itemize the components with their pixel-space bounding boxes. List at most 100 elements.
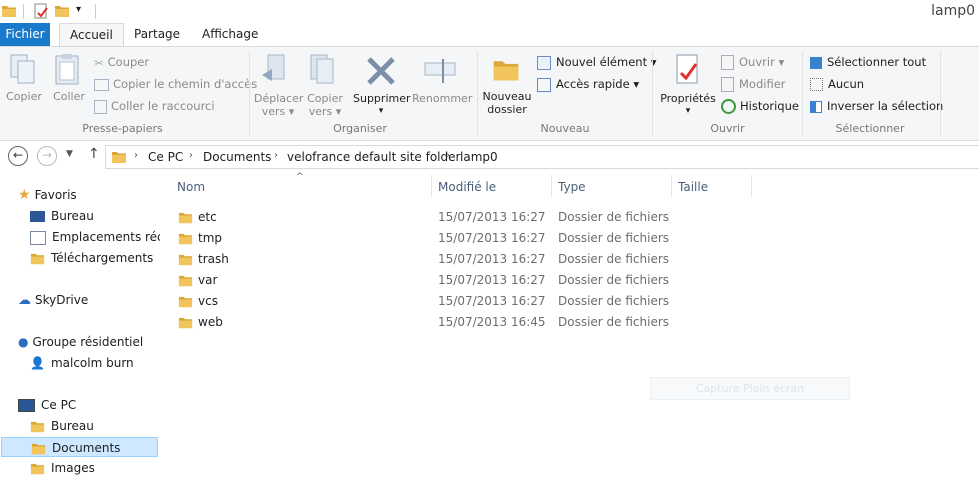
group-label-clipboard: Presse-papiers — [82, 122, 163, 135]
folder-icon — [178, 273, 193, 288]
breadcrumb-lamp0[interactable]: lamp0 — [460, 150, 498, 164]
copy-icon — [10, 54, 35, 84]
new-folder-button[interactable]: Nouveau dossier — [482, 53, 532, 116]
tab-home[interactable]: Accueil — [59, 23, 124, 47]
file-modified: 15/07/2013 16:27 — [438, 294, 546, 308]
navigation-pane: ★Favoris Bureau Emplacements récents Tél… — [0, 173, 160, 475]
select-all-icon — [810, 56, 822, 69]
history-button[interactable]: Historique — [721, 99, 799, 114]
breadcrumb-chevron-icon[interactable]: › — [274, 150, 278, 161]
select-none-button[interactable]: Aucun — [810, 77, 864, 91]
open-label: Ouvrir — [739, 55, 775, 69]
new-folder-quick-icon[interactable] — [54, 3, 70, 19]
copy-path-button[interactable]: Copier le chemin d'accès — [94, 77, 257, 91]
ribbon: Copier Coller ✂ Couper Copier le chemin d… — [0, 46, 979, 141]
column-header-size[interactable]: Taille — [678, 180, 708, 194]
back-icon[interactable]: ← — [8, 146, 28, 166]
cut-button[interactable]: ✂ Couper — [94, 55, 149, 70]
nav-homegroup[interactable]: ● Groupe résidentiel — [18, 332, 178, 352]
table-row[interactable]: vcs 15/07/2013 16:27 Dossier de fichiers — [160, 291, 979, 312]
history-label: Historique — [740, 99, 799, 113]
group-label-select: Sélectionner — [835, 122, 905, 135]
nav-homegroup-user-label: malcolm burn — [50, 356, 134, 370]
invert-selection-label: Inverser la sélection — [827, 99, 944, 113]
new-folder-label: Nouveau dossier — [482, 90, 532, 116]
copy-button[interactable]: Copier — [6, 53, 44, 103]
column-header-modified[interactable]: Modifié le — [438, 180, 496, 194]
recent-locations-icon[interactable]: ▼ — [66, 149, 73, 159]
folder-icon — [178, 315, 193, 330]
nav-skydrive-label: SkyDrive — [35, 293, 89, 307]
title-bar: ▾ lamp0 — [0, 0, 979, 23]
tab-view[interactable]: Affichage — [192, 23, 268, 46]
recent-places-icon — [30, 230, 46, 245]
column-divider[interactable] — [751, 175, 752, 197]
edit-label: Modifier — [739, 77, 786, 91]
divider — [95, 4, 96, 19]
table-row[interactable]: var 15/07/2013 16:27 Dossier de fichiers — [160, 270, 979, 291]
nav-pc-desktop[interactable]: Bureau — [30, 416, 190, 436]
copy-path-icon — [94, 78, 109, 91]
table-row[interactable]: trash 15/07/2013 16:27 Dossier de fichie… — [160, 249, 979, 270]
paste-button[interactable]: Coller — [52, 53, 88, 103]
properties-dropdown-icon[interactable]: ▾ — [658, 105, 718, 118]
column-divider[interactable] — [431, 175, 432, 197]
open-button[interactable]: Ouvrir ▾ — [721, 55, 784, 70]
folder-icon — [30, 419, 45, 434]
history-icon — [721, 99, 736, 114]
address-bar[interactable]: › Ce PC › Documents › velofrance default… — [105, 145, 979, 169]
table-row[interactable]: tmp 15/07/2013 16:27 Dossier de fichiers — [160, 228, 979, 249]
new-item-label: Nouvel élément — [556, 55, 648, 69]
file-name: var — [198, 273, 218, 287]
breadcrumb-chevron-icon[interactable]: › — [189, 150, 193, 161]
up-icon[interactable]: ↑ — [88, 146, 100, 162]
file-name: trash — [198, 252, 229, 266]
properties-button[interactable]: Propriétés ▾ — [658, 53, 718, 118]
move-to-button[interactable]: Déplacer vers ▾ — [254, 53, 303, 118]
nav-downloads-label: Téléchargements — [51, 251, 154, 265]
tab-share[interactable]: Partage — [124, 23, 190, 46]
properties-quick-icon[interactable] — [33, 3, 49, 19]
rename-button[interactable]: Renommer — [412, 53, 472, 105]
nav-desktop-label: Bureau — [51, 209, 94, 223]
breadcrumb-this-pc[interactable]: Ce PC — [148, 150, 183, 164]
breadcrumb-chevron-icon[interactable]: › — [134, 150, 138, 161]
column-header-name[interactable]: Nom — [177, 180, 205, 194]
nav-skydrive[interactable]: ☁ SkyDrive — [18, 290, 178, 310]
invert-selection-button[interactable]: Inverser la sélection — [810, 99, 943, 113]
select-all-button[interactable]: Sélectionner tout — [810, 55, 926, 69]
tab-file[interactable]: Fichier — [0, 23, 50, 46]
column-divider[interactable] — [551, 175, 552, 197]
delete-dropdown-icon[interactable]: ▾ — [353, 105, 409, 118]
breadcrumb-site-folder[interactable]: velofrance default site folder — [287, 150, 460, 164]
nav-pc-documents[interactable]: Documents — [1, 437, 158, 457]
nav-pc-pictures-label: Images — [51, 461, 95, 475]
nav-homegroup-user[interactable]: 👤 malcolm burn — [30, 353, 190, 373]
paste-shortcut-icon — [94, 99, 107, 114]
column-divider[interactable] — [671, 175, 672, 197]
breadcrumb-documents[interactable]: Documents — [203, 150, 271, 164]
new-item-button[interactable]: Nouvel élément ▾ — [537, 55, 657, 70]
paste-shortcut-button[interactable]: Coller le raccourci — [94, 99, 215, 114]
nav-recent-places[interactable]: Emplacements récents — [30, 227, 160, 247]
cut-label: Couper — [107, 55, 150, 69]
customize-quick-access-icon[interactable]: ▾ — [76, 4, 81, 15]
forward-icon[interactable]: → — [37, 146, 57, 166]
nav-recent-places-label: Emplacements récents — [52, 230, 160, 244]
delete-button[interactable]: Supprimer ▾ — [353, 53, 411, 118]
edit-button[interactable]: Modifier — [721, 77, 786, 92]
nav-pc-pictures[interactable]: Images — [30, 458, 190, 478]
copy-to-icon — [310, 54, 334, 84]
copy-to-button[interactable]: Copier vers ▾ — [303, 53, 347, 118]
table-row[interactable]: web 15/07/2013 16:45 Dossier de fichiers — [160, 312, 979, 333]
file-type: Dossier de fichiers — [558, 231, 670, 245]
nav-favorites[interactable]: ★ Favoris — [18, 185, 178, 205]
nav-this-pc[interactable]: Ce PC — [18, 395, 178, 415]
breadcrumb-chevron-icon[interactable]: › — [446, 150, 450, 161]
table-row[interactable]: etc 15/07/2013 16:27 Dossier de fichiers — [160, 207, 979, 228]
easy-access-label: Accès rapide — [556, 77, 630, 91]
open-icon — [721, 55, 734, 70]
delete-icon — [367, 57, 395, 85]
easy-access-button[interactable]: Accès rapide ▾ — [537, 77, 639, 92]
column-header-type[interactable]: Type — [558, 180, 586, 194]
